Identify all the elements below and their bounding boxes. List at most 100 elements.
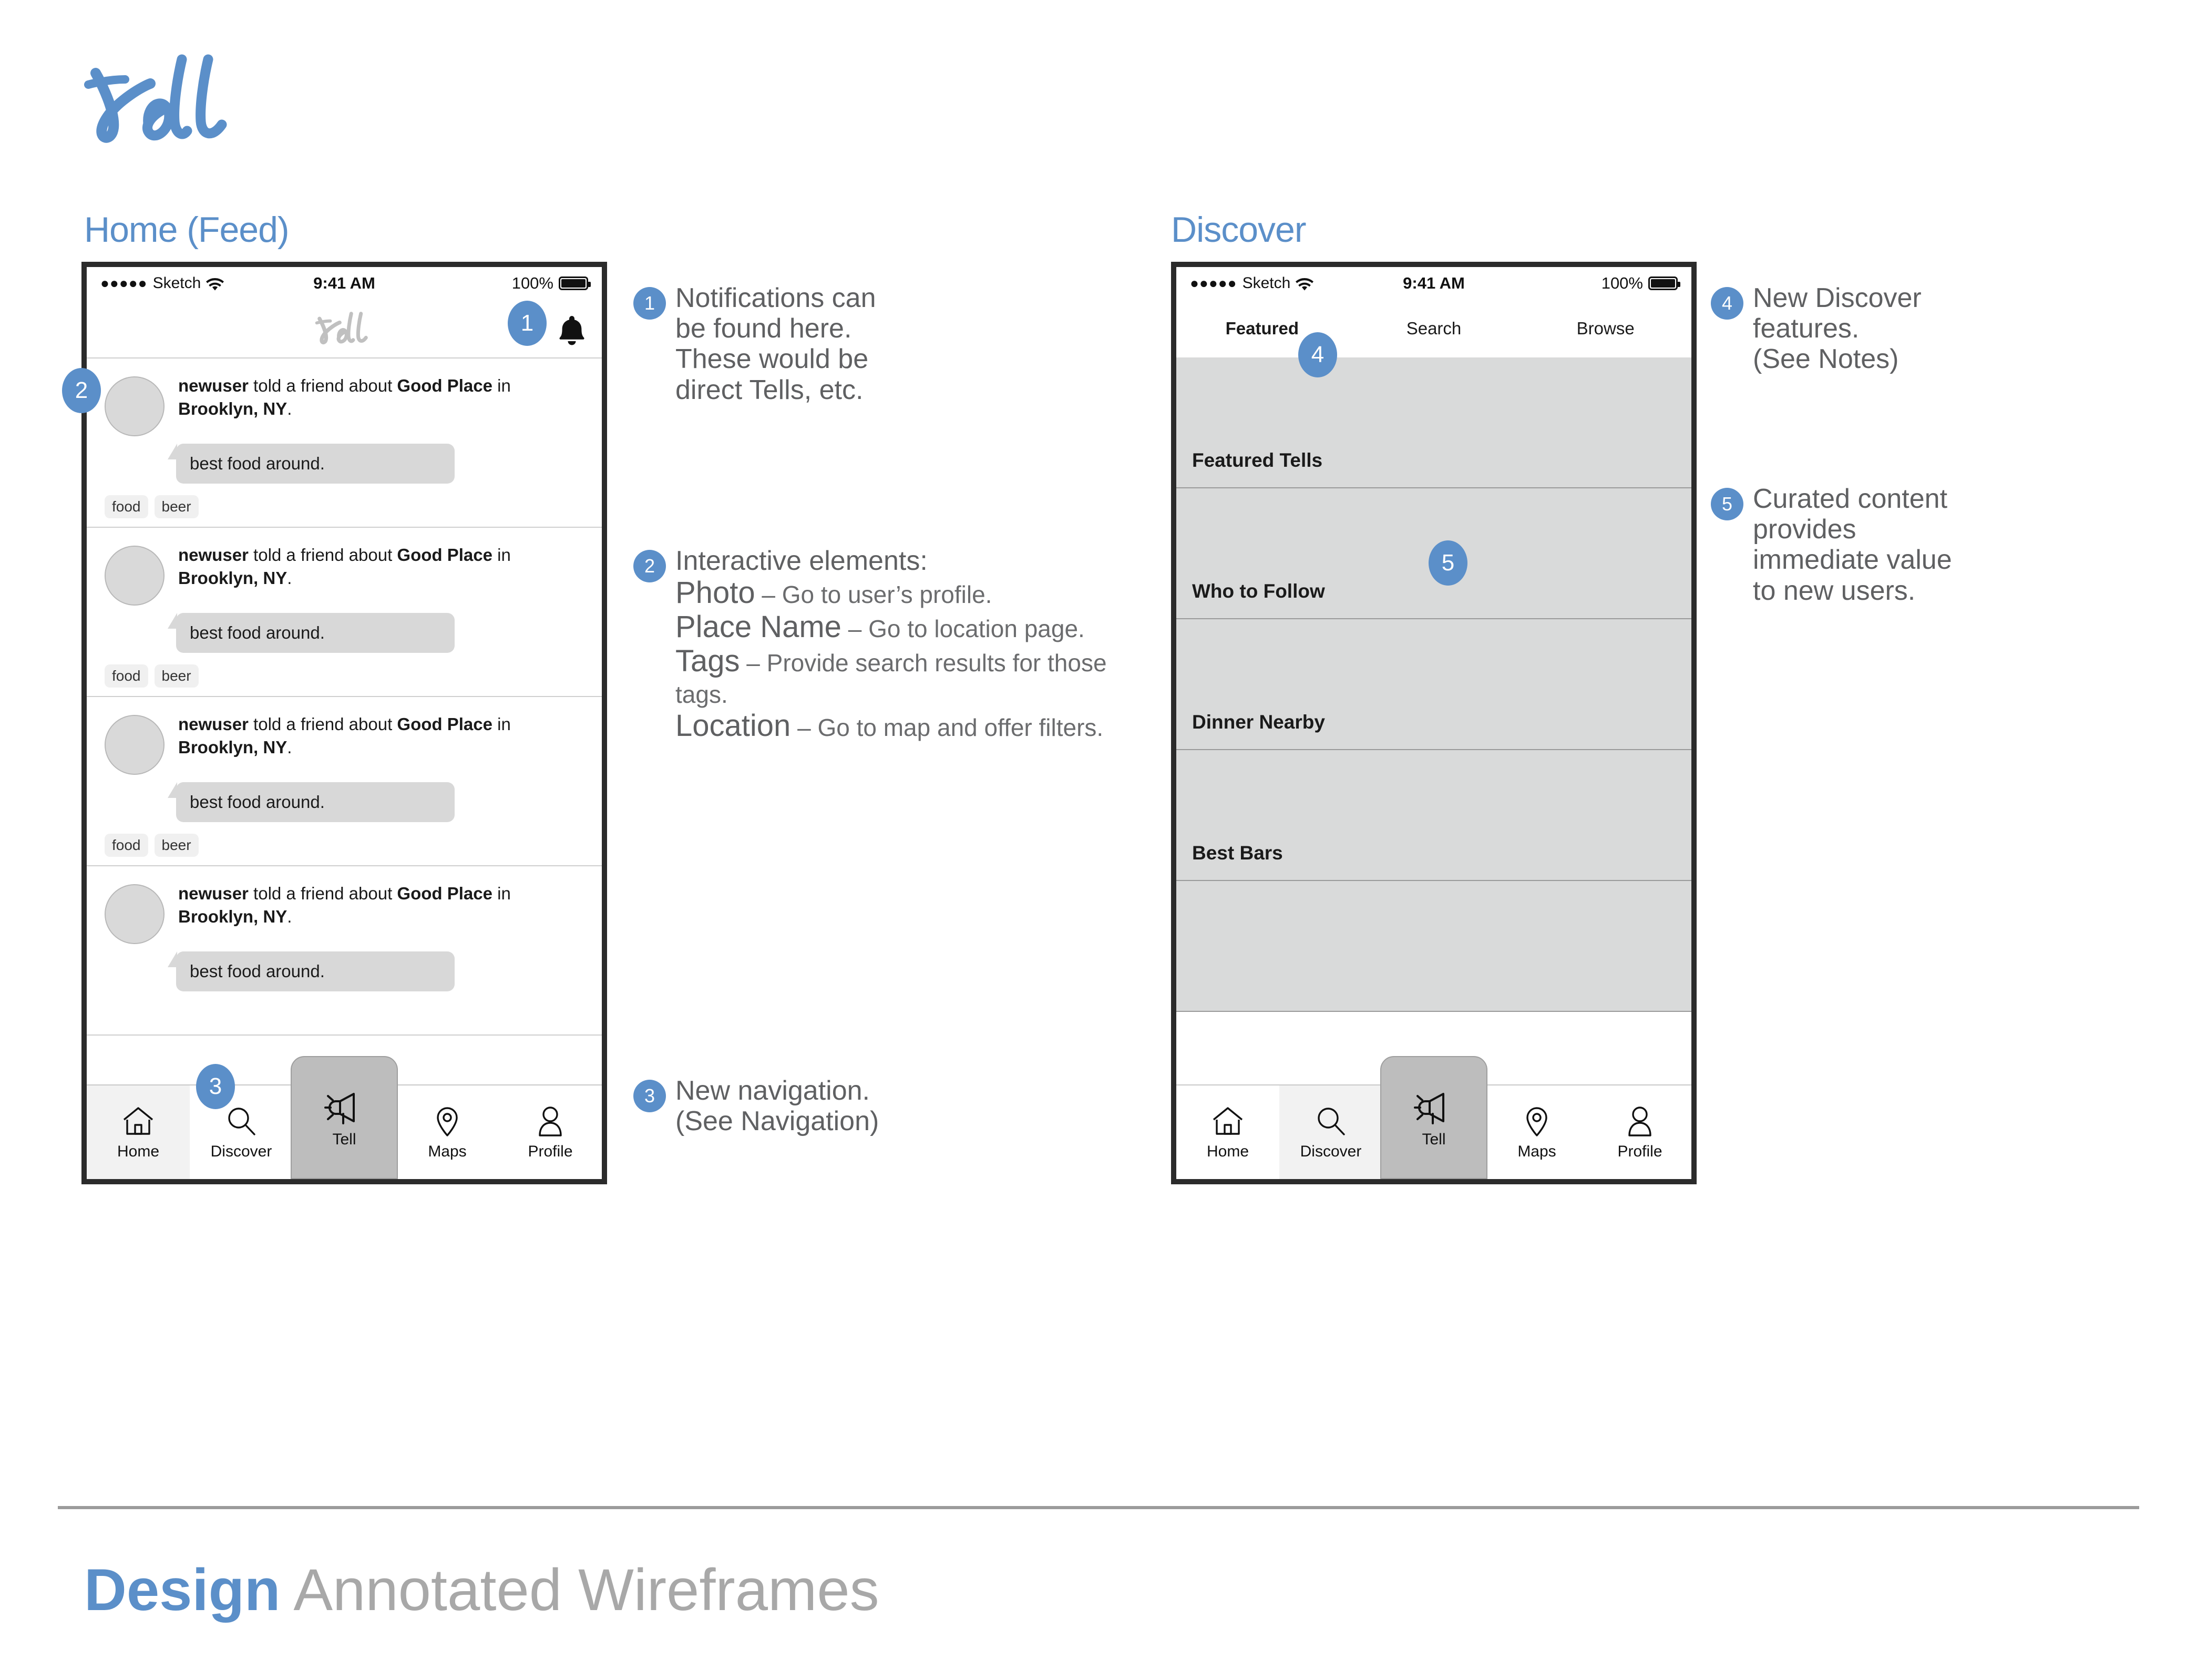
annotation-term: Tags bbox=[675, 644, 740, 679]
tag-chip[interactable]: food bbox=[105, 495, 148, 518]
feed-period: . bbox=[287, 906, 292, 926]
feed-location[interactable]: Brooklyn, NY bbox=[178, 907, 287, 926]
annotation-line: Curated content bbox=[1753, 484, 1948, 514]
annotation-item: Tags – Provide search results for those … bbox=[675, 644, 1117, 709]
discover-tab-search[interactable]: Search bbox=[1348, 319, 1520, 339]
tab-home[interactable]: Home bbox=[87, 1085, 190, 1179]
annotation-2: 2 Interactive elements: Photo – Go to us… bbox=[633, 546, 1117, 743]
discover-sections[interactable]: Featured Tells Who to Follow Dinner Near… bbox=[1176, 357, 1691, 1012]
tab-profile-label: Profile bbox=[528, 1143, 573, 1160]
brand-logo bbox=[84, 50, 242, 155]
home-icon bbox=[121, 1104, 156, 1139]
feed-tags[interactable]: food beer bbox=[105, 833, 584, 857]
annotation-desc: Go to map and offer filters. bbox=[817, 714, 1104, 742]
discover-section[interactable]: Featured Tells bbox=[1176, 357, 1691, 488]
annotation-term: Location bbox=[675, 709, 791, 743]
discover-section[interactable]: Dinner Nearby bbox=[1176, 619, 1691, 750]
annotation-3: 3 New navigation. (See Navigation) bbox=[633, 1075, 1106, 1136]
annotation-line: (See Navigation) bbox=[675, 1106, 879, 1137]
callout-badge-3: 3 bbox=[196, 1064, 235, 1109]
footer-title-rest: Annotated Wireframes bbox=[280, 1557, 879, 1623]
feed-comment-bubble: best food around. bbox=[168, 613, 455, 653]
feed-username[interactable]: newuser bbox=[178, 884, 249, 903]
tab-profile[interactable]: Profile bbox=[1588, 1085, 1691, 1179]
discover-section[interactable]: Best Bars bbox=[1176, 750, 1691, 881]
feed-tags[interactable]: food beer bbox=[105, 664, 584, 688]
wifi-icon bbox=[206, 276, 224, 291]
feed-place-name[interactable]: Good Place bbox=[397, 884, 492, 903]
annotation-line: New navigation. bbox=[675, 1075, 870, 1106]
avatar[interactable] bbox=[105, 376, 165, 436]
feed-item[interactable]: newuser told a friend about Good Place i… bbox=[87, 528, 602, 697]
avatar[interactable] bbox=[105, 715, 165, 775]
tab-profile-label: Profile bbox=[1617, 1143, 1662, 1160]
home-icon bbox=[1210, 1104, 1245, 1139]
annotation-term: Place Name bbox=[675, 610, 841, 644]
feed-action: told a friend about bbox=[248, 884, 397, 903]
annotation-line: provides bbox=[1753, 514, 1856, 545]
tab-profile[interactable]: Profile bbox=[499, 1085, 602, 1179]
feed-item[interactable]: newuser told a friend about Good Place i… bbox=[87, 358, 602, 528]
annotation-term: Photo bbox=[675, 576, 755, 610]
discover-section-partial[interactable] bbox=[1176, 881, 1691, 1012]
tab-maps[interactable]: Maps bbox=[1485, 1085, 1588, 1179]
tab-tell[interactable]: Tell bbox=[291, 1056, 398, 1179]
callout-badge-1: 1 bbox=[508, 301, 547, 346]
map-pin-icon bbox=[430, 1104, 465, 1139]
avatar[interactable] bbox=[105, 546, 165, 606]
person-icon bbox=[533, 1104, 568, 1139]
feed-place-name[interactable]: Good Place bbox=[397, 714, 492, 734]
feed-action: told a friend about bbox=[248, 545, 397, 565]
feed-item-text: newuser told a friend about Good Place i… bbox=[178, 544, 578, 589]
tag-chip[interactable]: beer bbox=[154, 833, 199, 857]
signal-dots-icon: ●●●●● bbox=[1190, 275, 1237, 291]
signal-dots-icon: ●●●●● bbox=[100, 275, 148, 291]
tab-home-label: Home bbox=[117, 1143, 160, 1160]
search-icon bbox=[224, 1104, 259, 1139]
battery-full-icon bbox=[559, 276, 591, 290]
screen-title-home: Home (Feed) bbox=[84, 210, 290, 250]
feed-item[interactable]: newuser told a friend about Good Place i… bbox=[87, 697, 602, 866]
annotation-line: be found here. bbox=[675, 313, 852, 344]
tab-tell-label: Tell bbox=[1422, 1131, 1446, 1148]
tag-chip[interactable]: beer bbox=[154, 664, 199, 688]
tab-bar[interactable]: Home Discover Tell Maps Profile bbox=[1176, 1056, 1691, 1179]
tab-tell[interactable]: Tell bbox=[1380, 1056, 1487, 1179]
discover-tab-browse[interactable]: Browse bbox=[1520, 319, 1691, 339]
annotation-heading: Interactive elements: bbox=[675, 546, 928, 576]
discover-section-label: Featured Tells bbox=[1192, 449, 1323, 471]
avatar[interactable] bbox=[105, 884, 165, 944]
tab-discover[interactable]: Discover bbox=[1279, 1085, 1382, 1179]
feed-item-text: newuser told a friend about Good Place i… bbox=[178, 882, 578, 928]
person-icon bbox=[1623, 1104, 1657, 1139]
feed-item[interactable]: newuser told a friend about Good Place i… bbox=[87, 866, 602, 1036]
tab-home-label: Home bbox=[1206, 1143, 1249, 1160]
annotation-line: New Discover bbox=[1753, 283, 1922, 313]
discover-section-label: Best Bars bbox=[1192, 842, 1283, 864]
feed-username[interactable]: newuser bbox=[178, 545, 249, 565]
feed-username[interactable]: newuser bbox=[178, 376, 249, 395]
feed-place-name[interactable]: Good Place bbox=[397, 545, 492, 565]
phone-mockup-home: ●●●●● Sketch 9:41 AM 100% newuser told a… bbox=[81, 262, 607, 1184]
battery-percent: 100% bbox=[511, 274, 553, 292]
feed-location[interactable]: Brooklyn, NY bbox=[178, 568, 287, 588]
tag-chip[interactable]: food bbox=[105, 664, 148, 688]
annotation-desc: Go to user’s profile. bbox=[782, 581, 992, 609]
feed-place-name[interactable]: Good Place bbox=[397, 376, 492, 395]
screen-title-discover: Discover bbox=[1171, 210, 1306, 250]
feed-connector: in bbox=[497, 714, 511, 734]
tag-chip[interactable]: beer bbox=[154, 495, 199, 518]
feed-location[interactable]: Brooklyn, NY bbox=[178, 399, 287, 418]
tab-maps[interactable]: Maps bbox=[396, 1085, 499, 1179]
tab-bar[interactable]: Home Discover Tell Maps Profile bbox=[87, 1056, 602, 1179]
feed-username[interactable]: newuser bbox=[178, 714, 249, 734]
annotation-badge-2: 2 bbox=[633, 550, 666, 582]
discover-tabs[interactable]: Featured Search Browse bbox=[1176, 300, 1691, 357]
bell-icon[interactable] bbox=[558, 314, 586, 346]
feed-list[interactable]: newuser told a friend about Good Place i… bbox=[87, 358, 602, 1036]
tab-home[interactable]: Home bbox=[1176, 1085, 1279, 1179]
feed-tags[interactable]: food beer bbox=[105, 495, 584, 518]
tab-discover-label: Discover bbox=[1300, 1143, 1362, 1160]
tag-chip[interactable]: food bbox=[105, 833, 148, 857]
feed-location[interactable]: Brooklyn, NY bbox=[178, 737, 287, 757]
